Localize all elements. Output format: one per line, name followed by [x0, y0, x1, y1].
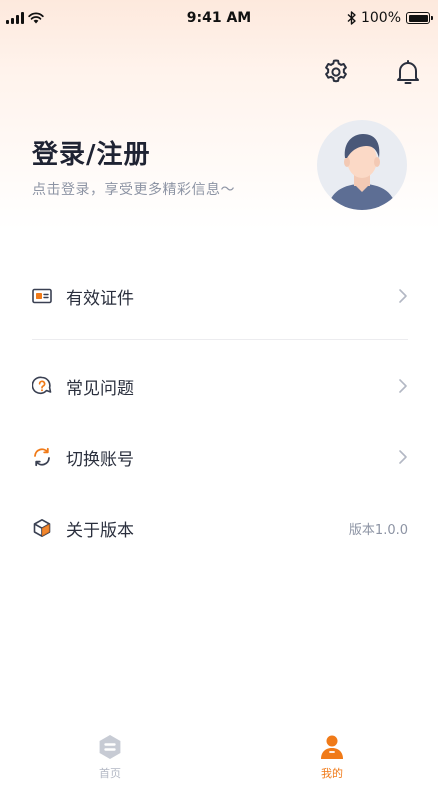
- cube-icon: [33, 519, 51, 537]
- chevron-right-icon: [399, 379, 407, 393]
- tab-bar: 首页 我的: [0, 729, 438, 789]
- help-question-icon: [32, 376, 52, 395]
- app-screen: 9:41 AM 100% 登录/注册 点击登录，享受更多精彩信息～ 有效证件 常…: [0, 0, 438, 789]
- user-icon: [321, 735, 343, 759]
- home-icon: [99, 735, 121, 759]
- login-subtitle[interactable]: 点击登录，享受更多精彩信息～: [32, 179, 235, 199]
- login-register-title[interactable]: 登录/注册: [32, 134, 151, 171]
- menu-divider: [32, 339, 408, 340]
- tab-mine[interactable]: 我的: [302, 733, 362, 781]
- tab-home[interactable]: 首页: [80, 733, 140, 781]
- chevron-right-icon: [399, 289, 407, 303]
- header-actions: [322, 58, 422, 86]
- menu-item-label: 常见问题: [66, 378, 134, 399]
- id-card-icon: [32, 288, 52, 304]
- menu-item-faq[interactable]: 常见问题: [32, 364, 408, 408]
- battery-icon: [406, 12, 433, 24]
- version-value: 版本1.0.0: [348, 522, 408, 538]
- menu-item-label: 关于版本: [66, 520, 134, 541]
- gear-icon[interactable]: [322, 58, 350, 86]
- avatar[interactable]: [317, 120, 407, 210]
- tab-label: 我的: [321, 767, 343, 780]
- switch-account-icon: [34, 447, 50, 467]
- chevron-right-icon: [399, 450, 407, 464]
- tab-label: 首页: [99, 767, 121, 780]
- default-male-avatar: [327, 134, 397, 210]
- menu-item-valid-id[interactable]: 有效证件: [32, 274, 408, 318]
- bluetooth-icon: [347, 11, 356, 25]
- battery-percent: 100%: [360, 10, 401, 26]
- menu-item-label: 有效证件: [66, 288, 134, 309]
- bell-icon[interactable]: [394, 58, 422, 86]
- menu-item-label: 切换账号: [66, 449, 134, 470]
- status-right: 100%: [347, 10, 433, 26]
- menu-item-switch-account[interactable]: 切换账号: [32, 435, 408, 479]
- menu-item-about-version[interactable]: 关于版本 版本1.0.0: [32, 506, 408, 550]
- status-bar: 9:41 AM 100%: [0, 0, 438, 38]
